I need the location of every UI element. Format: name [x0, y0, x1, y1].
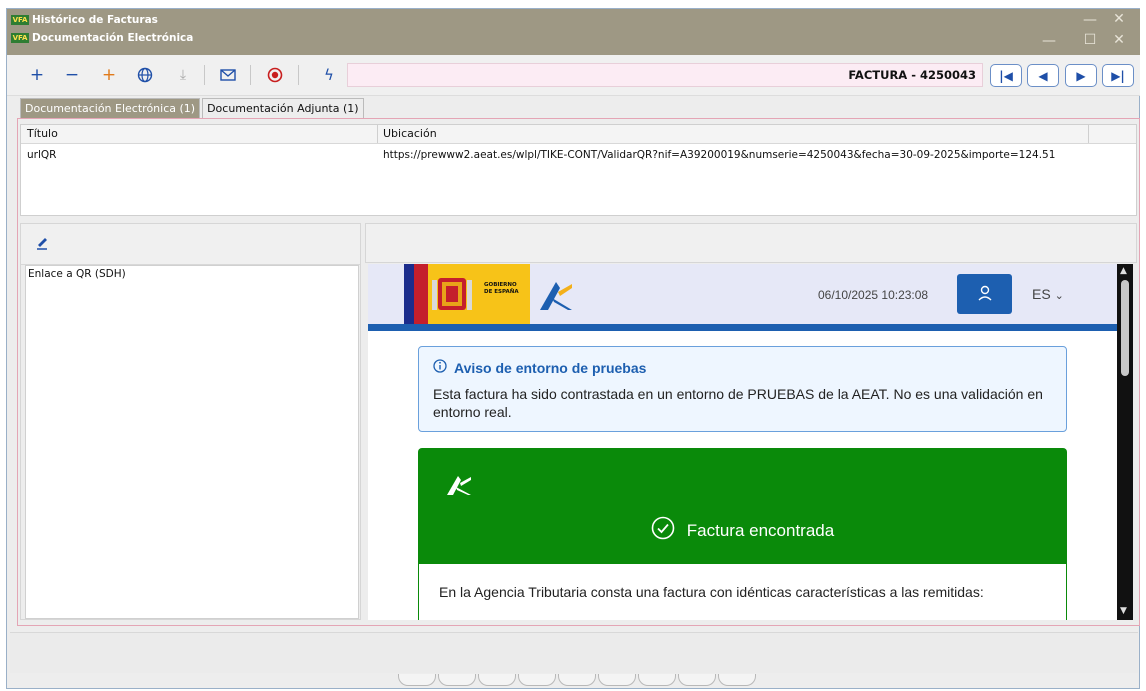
- mail-icon[interactable]: [216, 64, 240, 86]
- header-stripe: [368, 324, 1117, 331]
- notice-body: Esta factura ha sido contrastada en un e…: [433, 386, 1043, 420]
- result-title: Factura encontrada: [418, 516, 1067, 545]
- bolt-icon[interactable]: ϟ: [317, 64, 341, 86]
- record-label: FACTURA - 4250043: [347, 63, 983, 87]
- title-line-1: VFA Histórico de Facturas: [11, 12, 158, 28]
- first-record-button[interactable]: |◀: [990, 64, 1022, 87]
- info-icon: [433, 359, 447, 376]
- background-button: [638, 674, 676, 686]
- link-list: Enlace a QR (SDH): [25, 265, 359, 619]
- aeat-logo-white-icon: [446, 474, 472, 499]
- tab-documentacion-adjunta[interactable]: Documentación Adjunta (1): [202, 98, 364, 118]
- close-icon[interactable]: ✕: [1109, 32, 1129, 48]
- table-header: Título Ubicación: [21, 125, 1136, 144]
- next-record-button[interactable]: ▶: [1065, 64, 1097, 87]
- test-environment-notice: Aviso de entorno de pruebas Esta factura…: [418, 346, 1067, 432]
- download-icon[interactable]: ⤓: [171, 64, 195, 86]
- scroll-thumb[interactable]: [1121, 280, 1129, 376]
- title-bar: VFA Histórico de Facturas VFA Documentac…: [7, 9, 1140, 55]
- aeat-header: GOBIERNO DE ESPAÑA 06/10/2025 10:23:08 E…: [368, 264, 1117, 324]
- maximize-icon[interactable]: ☐: [1080, 32, 1100, 48]
- close-icon[interactable]: ✕: [1109, 11, 1129, 27]
- web-preview: GOBIERNO DE ESPAÑA 06/10/2025 10:23:08 E…: [368, 264, 1117, 620]
- column-header-titulo[interactable]: Título: [27, 127, 58, 140]
- documents-table: Título Ubicación urlQR https://prewww2.a…: [20, 124, 1137, 216]
- background-button: [478, 674, 516, 686]
- chevron-down-icon: ⌄: [1054, 290, 1064, 302]
- app-logo-icon: VFA: [11, 33, 29, 43]
- add-orange-icon[interactable]: +: [97, 64, 121, 86]
- result-description: En la Agencia Tributaria consta una fact…: [439, 584, 984, 600]
- globe-icon[interactable]: [133, 64, 157, 86]
- record-icon[interactable]: [263, 64, 287, 86]
- app-frame: VFA Histórico de Facturas VFA Documentac…: [0, 0, 1146, 691]
- gobierno-logo: GOBIERNO DE ESPAÑA: [428, 264, 530, 324]
- user-button[interactable]: [957, 274, 1012, 314]
- tab-documentacion-electronica[interactable]: Documentación Electrónica (1): [20, 98, 201, 118]
- notice-title: Aviso de entorno de pruebas: [433, 359, 646, 376]
- title-line-2: VFA Documentación Electrónica: [11, 30, 193, 46]
- background-button: [598, 674, 636, 686]
- column-header-ubicacion[interactable]: Ubicación: [383, 127, 437, 140]
- list-item[interactable]: Enlace a QR (SDH): [28, 268, 126, 280]
- user-icon: [978, 285, 992, 304]
- window-title: Histórico de Facturas: [32, 14, 158, 26]
- cell-titulo: urlQR: [27, 149, 57, 161]
- result-banner: Factura encontrada: [418, 448, 1067, 564]
- spain-flag-icon: [404, 264, 428, 324]
- status-bar: [10, 632, 1138, 673]
- previous-record-button[interactable]: ◀: [1027, 64, 1059, 87]
- cell-ubicacion: https://prewww2.aeat.es/wlpl/TIKE-CONT/V…: [383, 149, 1056, 161]
- background-button: [678, 674, 716, 686]
- app-logo-icon: VFA: [11, 15, 29, 25]
- scroll-down-icon[interactable]: ▼: [1120, 606, 1127, 616]
- minimize-icon[interactable]: —: [1039, 33, 1059, 49]
- edit-icon[interactable]: [35, 234, 49, 253]
- tab-bar: Documentación Electrónica (1) Documentac…: [20, 98, 366, 118]
- aeat-logo-icon: [538, 278, 574, 315]
- background-button: [558, 674, 596, 686]
- vertical-scrollbar[interactable]: ▲ ▼: [1117, 264, 1133, 620]
- toolbar-separator: [204, 65, 205, 85]
- left-panel: Enlace a QR (SDH): [20, 223, 361, 620]
- edit-toolbar: [21, 224, 360, 265]
- check-circle-icon: [651, 516, 675, 545]
- toolbar-separator: [298, 65, 299, 85]
- add-icon[interactable]: +: [25, 64, 49, 86]
- gobierno-label: GOBIERNO DE ESPAÑA: [484, 282, 519, 295]
- toolbar-separator: [250, 65, 251, 85]
- background-button: [398, 674, 436, 686]
- background-buttons: [398, 674, 758, 686]
- result-body: En la Agencia Tributaria consta una fact…: [418, 564, 1067, 620]
- column-divider: [377, 125, 378, 143]
- minimize-icon[interactable]: —: [1080, 12, 1100, 28]
- background-button: [718, 674, 756, 686]
- background-button: [518, 674, 556, 686]
- remove-icon[interactable]: −: [60, 64, 84, 86]
- scroll-up-icon[interactable]: ▲: [1120, 266, 1127, 276]
- coat-of-arms-icon: [432, 272, 472, 316]
- background-button: [438, 674, 476, 686]
- column-divider: [1088, 125, 1089, 143]
- language-selector[interactable]: ES ⌄: [1032, 286, 1064, 302]
- window-subtitle: Documentación Electrónica: [32, 32, 194, 44]
- preview-header: [365, 223, 1137, 263]
- last-record-button[interactable]: ▶|: [1102, 64, 1134, 87]
- datetime: 06/10/2025 10:23:08: [818, 288, 929, 302]
